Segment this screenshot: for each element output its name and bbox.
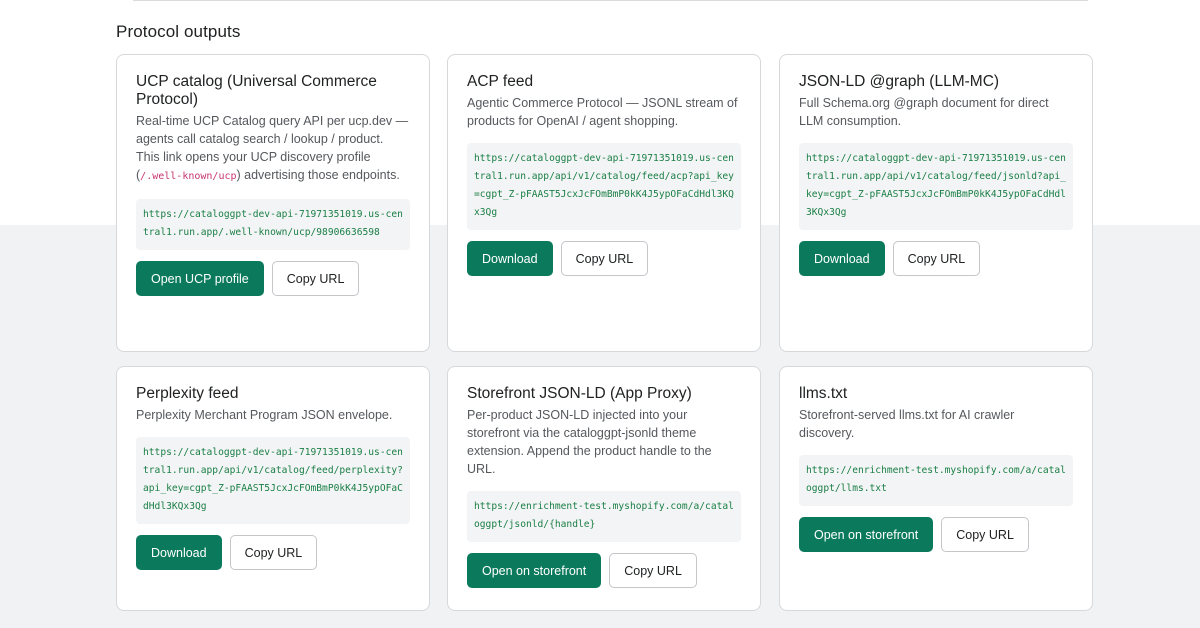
card-description: Agentic Commerce Protocol — JSONL stream… [467, 96, 738, 128]
section-title: Protocol outputs [116, 22, 241, 41]
card-llms-txt: llms.txt Storefront-served llms.txt for … [779, 366, 1093, 611]
url-display: https://cataloggpt-dev-api-71971351019.u… [467, 143, 741, 230]
card-actions: Open on storefront Copy URL [799, 517, 1073, 552]
card-actions: Download Copy URL [799, 241, 1073, 276]
url-display: https://cataloggpt-dev-api-71971351019.u… [136, 437, 410, 524]
download-button[interactable]: Download [799, 241, 885, 276]
copy-url-button[interactable]: Copy URL [892, 241, 981, 276]
card-title: JSON-LD @graph (LLM-MC) [799, 73, 1000, 90]
card-title: UCP catalog (Universal Commerce Protocol… [136, 73, 377, 108]
protocol-outputs-grid: UCP catalog (Universal Commerce Protocol… [116, 54, 1096, 612]
card-description: Perplexity Merchant Program JSON envelop… [136, 408, 393, 422]
url-display: https://enrichment-test.myshopify.com/a/… [467, 491, 741, 542]
copy-url-button[interactable]: Copy URL [560, 241, 649, 276]
copy-url-button[interactable]: Copy URL [229, 535, 318, 570]
card-description: Per-product JSON-LD injected into your s… [467, 408, 712, 476]
card-actions: Download Copy URL [467, 241, 741, 276]
card-title: llms.txt [799, 385, 848, 402]
download-button[interactable]: Download [467, 241, 553, 276]
card-description: Full Schema.org @graph document for dire… [799, 96, 1049, 128]
copy-url-button[interactable]: Copy URL [271, 261, 360, 296]
card-jsonld-graph: JSON-LD @graph (LLM-MC) Full Schema.org … [779, 54, 1093, 352]
card-description: Real-time UCP Catalog query API per ucp.… [136, 112, 410, 186]
download-button[interactable]: Download [136, 535, 222, 570]
url-display: https://enrichment-test.myshopify.com/a/… [799, 455, 1073, 506]
card-description-text-end: ) advertising those endpoints. [236, 168, 400, 182]
url-display: https://cataloggpt-dev-api-71971351019.u… [136, 199, 410, 250]
card-title: ACP feed [467, 73, 534, 90]
card-actions: Open on storefront Copy URL [467, 553, 741, 588]
open-ucp-profile-button[interactable]: Open UCP profile [136, 261, 264, 296]
card-title: Perplexity feed [136, 385, 239, 402]
card-acp-feed: ACP feed Agentic Commerce Protocol — JSO… [447, 54, 761, 352]
open-on-storefront-button[interactable]: Open on storefront [799, 517, 934, 552]
url-display: https://cataloggpt-dev-api-71971351019.u… [799, 143, 1073, 230]
card-storefront-jsonld: Storefront JSON-LD (App Proxy) Per-produ… [447, 366, 761, 611]
copy-url-button[interactable]: Copy URL [941, 517, 1029, 552]
card-actions: Open UCP profile Copy URL [136, 261, 410, 296]
card-description: Storefront-served llms.txt for AI crawle… [799, 408, 1015, 440]
card-title: Storefront JSON-LD (App Proxy) [467, 385, 692, 402]
open-on-storefront-button[interactable]: Open on storefront [467, 553, 602, 588]
card-perplexity-feed: Perplexity feed Perplexity Merchant Prog… [116, 366, 430, 611]
card-actions: Download Copy URL [136, 535, 410, 570]
copy-url-button[interactable]: Copy URL [609, 553, 697, 588]
card-ucp-catalog: UCP catalog (Universal Commerce Protocol… [116, 54, 430, 352]
top-divider [133, 0, 1088, 1]
well-known-path: /.well-known/ucp [140, 171, 237, 182]
